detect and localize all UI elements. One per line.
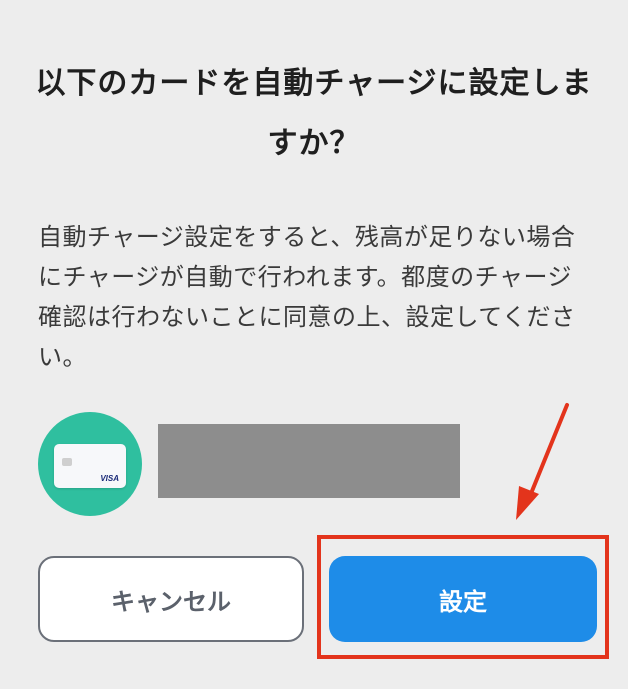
- credit-card-icon: VISA: [54, 444, 126, 488]
- auto-charge-dialog: 以下のカードを自動チャージに設定しますか？ 自動チャージ設定をすると、残高が足り…: [0, 0, 628, 689]
- dialog-title: 以下のカードを自動チャージに設定しますか？: [35, 66, 593, 161]
- card-avatar: VISA: [38, 412, 142, 516]
- card-chip: [62, 458, 72, 466]
- cancel-button[interactable]: キャンセル: [38, 556, 304, 642]
- annotation-highlight-box: [317, 535, 609, 659]
- card-number-redacted: [158, 424, 460, 498]
- dialog-description: 自動チャージ設定をすると、残高が足りない場合にチャージが自動で行われます。都度の…: [38, 223, 576, 371]
- selected-card: VISA: [38, 410, 598, 516]
- card-brand: VISA: [100, 474, 119, 483]
